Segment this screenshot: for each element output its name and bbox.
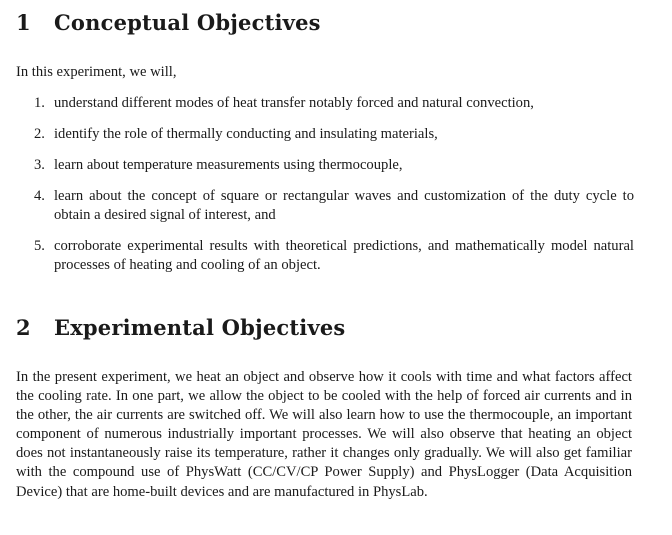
section-heading-conceptual-objectives: 1 Conceptual Objectives — [16, 10, 321, 36]
list-item-number: 1. — [34, 95, 45, 111]
list-item-number: 5. — [34, 238, 45, 254]
section-number: 2 — [16, 315, 31, 340]
section-number: 1 — [16, 10, 31, 35]
intro-text: In this experiment, we will, — [16, 64, 177, 80]
list-item-number: 2. — [34, 126, 45, 142]
list-item-text: learn about the concept of square or rec… — [54, 188, 634, 223]
document-page: 1 Conceptual Objectives In this experimen… — [0, 0, 672, 535]
list-item: 3. learn about temperature measurements … — [0, 156, 634, 175]
section-heading-experimental-objectives: 2 Experimental Objectives — [16, 315, 345, 341]
body-paragraph: In the present experiment, we heat an ob… — [16, 369, 632, 500]
section-title: Conceptual Objectives — [54, 10, 321, 35]
list-item: 2. identify the role of thermally conduc… — [0, 125, 634, 144]
list-item: 1. understand different modes of heat tr… — [0, 94, 634, 113]
list-item-number: 3. — [34, 157, 45, 173]
list-item: 5. corroborate experimental results with… — [0, 237, 634, 275]
list-item-text: learn about temperature measurements usi… — [54, 157, 403, 173]
list-item-text: understand different modes of heat trans… — [54, 95, 534, 111]
section-title: Experimental Objectives — [54, 315, 346, 340]
objectives-list: 1. understand different modes of heat tr… — [0, 94, 634, 287]
list-item-text: corroborate experimental results with th… — [54, 238, 634, 273]
list-item-text: identify the role of thermally conductin… — [54, 126, 438, 142]
list-item: 4. learn about the concept of square or … — [0, 187, 634, 225]
list-item-number: 4. — [34, 188, 45, 204]
